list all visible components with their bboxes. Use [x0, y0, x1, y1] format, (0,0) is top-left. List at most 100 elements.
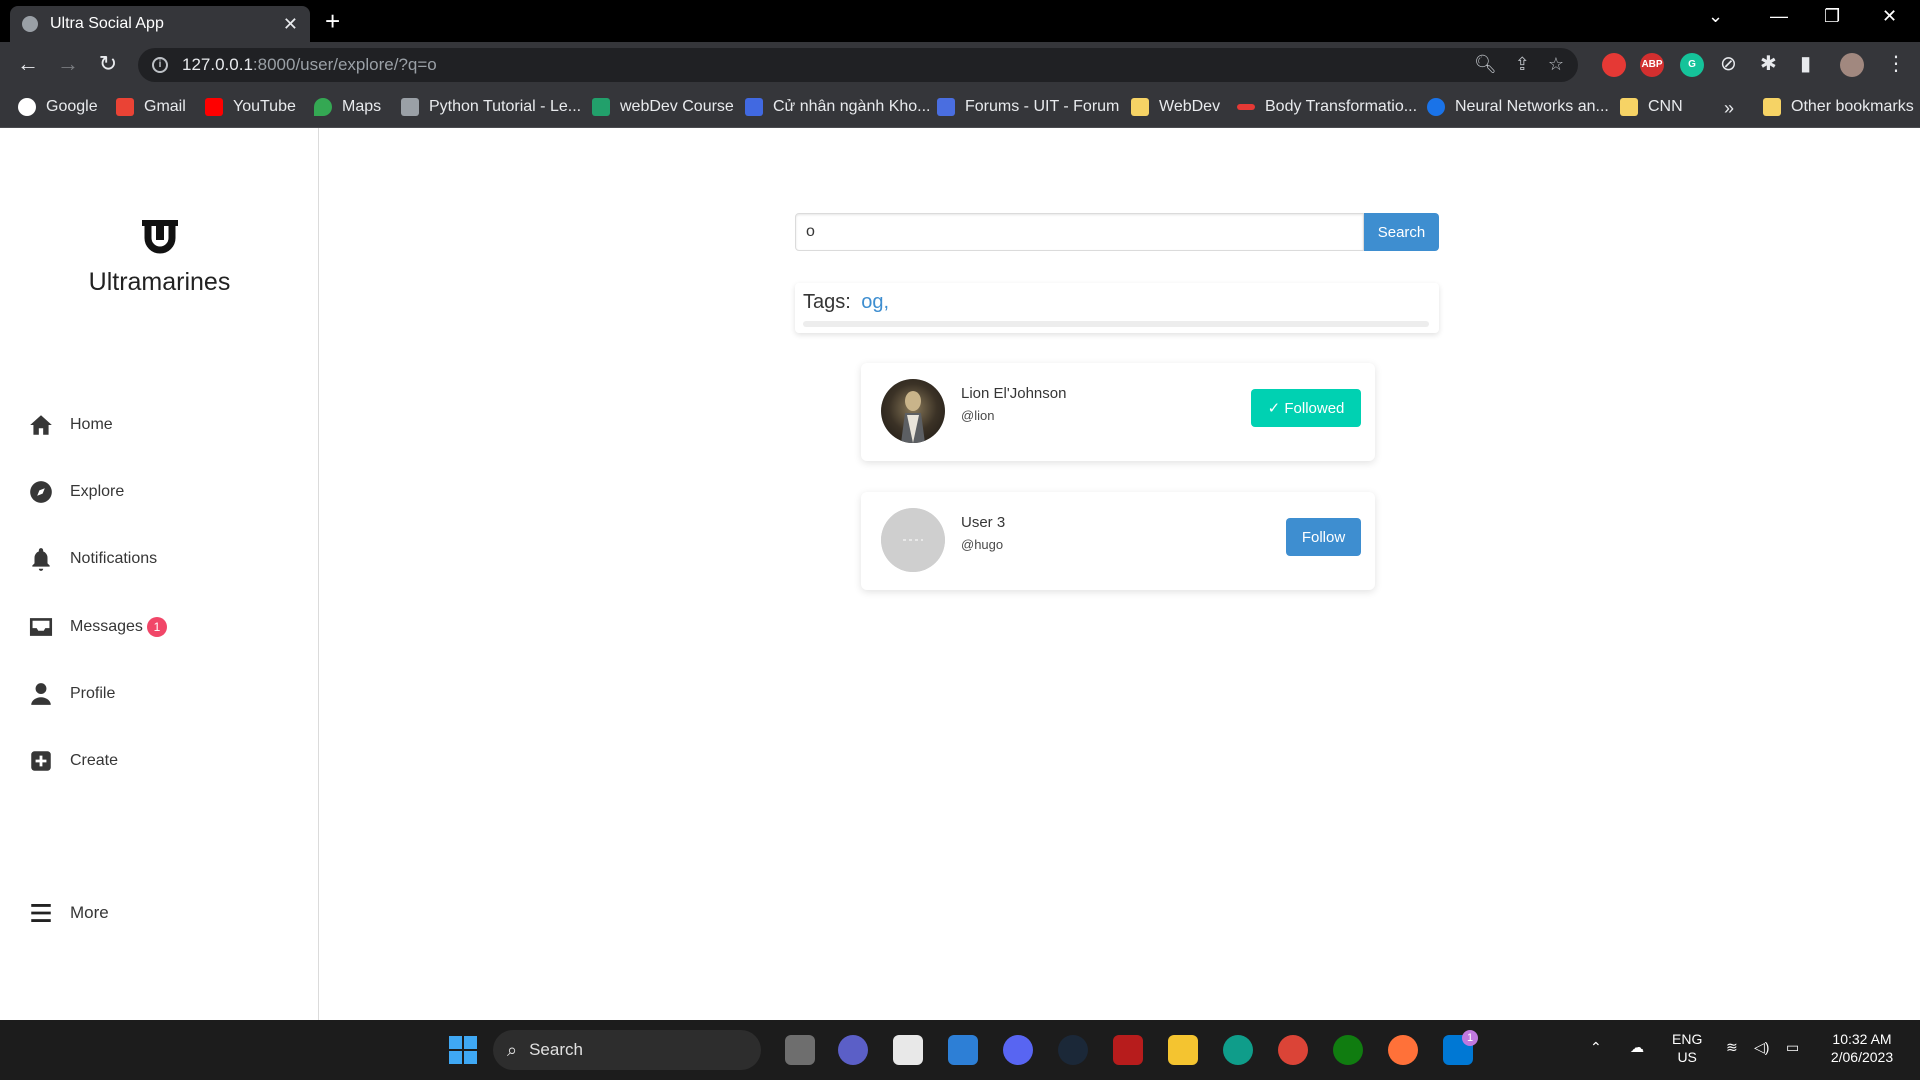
user-name[interactable]: Lion El'Johnson [961, 385, 1066, 402]
bookmark-body-transformation[interactable]: Body Transformatio... [1237, 98, 1417, 116]
adblock-icon[interactable]: ABP [1640, 53, 1664, 77]
forward-icon[interactable]: → [54, 51, 82, 77]
back-icon[interactable]: ← [14, 51, 42, 77]
onedrive-icon[interactable]: ☁ [1630, 1038, 1644, 1056]
messages-badge: 1 [146, 617, 167, 637]
bookmark-folder-webdev[interactable]: WebDev [1131, 98, 1220, 116]
nav-create[interactable]: Create [28, 748, 118, 774]
close-tab-icon[interactable]: ✕ [283, 14, 298, 35]
bookmark-label: CNN [1648, 98, 1683, 115]
gmail-icon [116, 98, 134, 116]
avatar[interactable] [881, 379, 945, 443]
explore-main: Search Tags: og, Lion El'Johnson @lion ✓… [320, 128, 1920, 1020]
user-handle: @lion [961, 408, 995, 423]
profile-avatar-icon[interactable] [1840, 53, 1864, 77]
share-icon[interactable]: ⇪ [1515, 54, 1530, 75]
bell-icon [32, 548, 50, 571]
grammarly-icon[interactable]: G [1680, 53, 1704, 77]
google-icon [18, 98, 36, 116]
steam-icon[interactable] [1058, 1035, 1088, 1065]
address-bar[interactable]: i 127.0.0.1:8000/user/explore/?q=o 🔍︎ ⇪ … [138, 48, 1578, 82]
url-host: 127.0.0.1 [182, 55, 253, 74]
xbox-icon[interactable] [1333, 1035, 1363, 1065]
task-view-icon[interactable] [785, 1035, 815, 1065]
nav-home[interactable]: Home [28, 412, 113, 438]
volume-icon[interactable]: ◁) [1754, 1038, 1769, 1056]
bookmark-star-icon[interactable]: ☆ [1548, 54, 1564, 75]
bookmark-cu-nhan[interactable]: Cử nhân ngành Kho... [745, 98, 931, 116]
wifi-icon[interactable]: ≋ [1726, 1038, 1738, 1056]
nav-more[interactable]: More [28, 900, 109, 926]
user-name[interactable]: User 3 [961, 514, 1005, 531]
followed-button[interactable]: ✓ Followed [1251, 389, 1361, 427]
forum-icon [937, 98, 955, 116]
menu-kebab-icon[interactable]: ⋮ [1886, 51, 1906, 76]
search-input[interactable] [795, 213, 1364, 251]
clock-time: 10:32 AM [1832, 1031, 1892, 1047]
clock[interactable]: 10:32 AM 2/06/2023 [1822, 1030, 1902, 1066]
other-bookmarks[interactable]: Other bookmarks [1763, 98, 1914, 116]
avatar[interactable] [881, 508, 945, 572]
bookmark-google[interactable]: Google [18, 98, 98, 116]
calendar-app-icon[interactable] [893, 1035, 923, 1065]
python-tutorial-icon [401, 98, 419, 116]
puzzle-icon[interactable]: ✱ [1760, 51, 1777, 76]
new-tab-button[interactable]: + [325, 7, 340, 35]
side-panel-icon[interactable]: ▮ [1800, 51, 1811, 76]
zoom-icon[interactable]: 🔍︎ [1474, 54, 1497, 75]
taskbar-search[interactable]: ⌕ Search [493, 1030, 761, 1070]
windows-taskbar: ⌕ Search 1 ⌃ ☁ ENG US ≋ ◁) ▭ 10:32 AM 2/… [0, 1020, 1920, 1080]
game-app-icon[interactable] [1113, 1035, 1143, 1065]
more-bookmarks-button[interactable]: » [1724, 98, 1734, 119]
nav-notifications[interactable]: Notifications [28, 546, 157, 572]
bookmark-python-tutorial[interactable]: Python Tutorial - Le... [401, 98, 581, 116]
discord-icon[interactable] [1003, 1035, 1033, 1065]
bookmark-label: Google [46, 98, 98, 115]
nav-label: Home [70, 416, 113, 433]
firefox-icon[interactable] [1388, 1035, 1418, 1065]
user-card[interactable]: User 3 @hugo Follow [861, 492, 1375, 590]
bookmark-webdev-course[interactable]: webDev Course [592, 98, 734, 116]
lion-avatar-image [901, 391, 925, 443]
bookmark-folder-cnn[interactable]: CNN [1620, 98, 1683, 116]
tag-link[interactable]: og, [861, 291, 889, 313]
brand-logo[interactable]: Ultramarines [0, 216, 319, 297]
browser-toolbar: ← → ↻ i 127.0.0.1:8000/user/explore/?q=o… [0, 42, 1920, 88]
tags-scrollbar[interactable] [803, 321, 1429, 327]
language-indicator[interactable]: ENG US [1672, 1030, 1702, 1066]
nav-explore[interactable]: Explore [28, 479, 124, 505]
restore-icon[interactable]: ❐ [1824, 6, 1840, 27]
search-icon: ⌕ [507, 1039, 518, 1060]
user-card[interactable]: Lion El'Johnson @lion ✓ Followed [861, 363, 1375, 461]
nav-label: Notifications [70, 550, 158, 567]
nav-messages[interactable]: Messages 1 [28, 614, 167, 640]
bookmark-label: Other bookmarks [1791, 98, 1914, 115]
windows-start-icon[interactable] [448, 1035, 478, 1065]
taskbar-search-label: Search [529, 1040, 583, 1059]
extension-red-icon[interactable] [1602, 53, 1626, 77]
bookmark-neural-networks[interactable]: Neural Networks an... [1427, 98, 1609, 116]
follow-button[interactable]: Follow [1286, 518, 1361, 556]
nav-profile[interactable]: Profile [28, 681, 115, 707]
bookmark-forums-uit[interactable]: Forums - UIT - Forum [937, 98, 1119, 116]
search-button[interactable]: Search [1364, 213, 1439, 251]
edge-icon[interactable] [1223, 1035, 1253, 1065]
file-explorer-icon[interactable] [1168, 1035, 1198, 1065]
maps-icon [314, 98, 332, 116]
bookmark-label: Cử nhân ngành Kho... [773, 98, 931, 115]
battery-icon[interactable]: ▭ [1786, 1038, 1799, 1056]
site-info-icon[interactable]: i [152, 57, 168, 73]
teams-icon[interactable] [838, 1035, 868, 1065]
tab-search-icon[interactable]: ⌄ [1708, 6, 1723, 27]
browser-tab[interactable]: Ultra Social App ✕ [10, 6, 310, 42]
vscode-icon[interactable] [948, 1035, 978, 1065]
bookmark-gmail[interactable]: Gmail [116, 98, 186, 116]
bookmark-youtube[interactable]: YouTube [205, 98, 296, 116]
chrome-icon[interactable] [1278, 1035, 1308, 1065]
bookmark-maps[interactable]: Maps [314, 98, 381, 116]
reload-icon[interactable]: ↻ [94, 51, 122, 77]
tray-overflow-icon[interactable]: ⌃ [1590, 1038, 1602, 1056]
close-window-icon[interactable]: ✕ [1882, 6, 1897, 27]
compass-extension-icon[interactable]: ⊘ [1720, 51, 1737, 76]
minimize-icon[interactable]: — [1770, 6, 1788, 27]
